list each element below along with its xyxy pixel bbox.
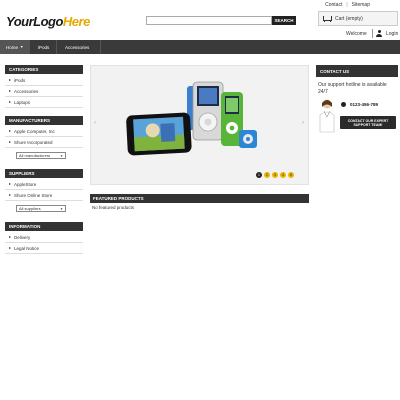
promo-slider: ‹ › 1 2 3 4 5	[90, 65, 309, 185]
chevron-down-icon: ▼	[20, 45, 24, 49]
bullet-icon	[9, 130, 11, 132]
chevron-right-icon[interactable]: ›	[302, 120, 304, 126]
bullet-icon	[9, 141, 11, 143]
contact-support-button[interactable]: CONTACT OUR EXPERT SUPPORT TEAM!	[340, 116, 396, 129]
hotline-text: Our support hotline is available 24/7	[318, 82, 387, 95]
nav-item-ipods[interactable]: iPods	[30, 40, 57, 54]
categories-header: CATEGORIES	[5, 65, 83, 74]
ipods-product-image[interactable]	[121, 80, 281, 168]
top-links-divider: |	[346, 2, 348, 8]
supplier-item-applestore[interactable]: AppleStore	[5, 179, 83, 190]
bullet-icon	[9, 79, 11, 81]
info-item-delivery[interactable]: Delivery	[5, 232, 83, 243]
category-label: iPods	[14, 77, 26, 83]
contact-header: CONTACT US	[316, 65, 398, 77]
nav-item-label: Accessories	[65, 44, 90, 50]
nav-item-label: Home	[6, 44, 19, 50]
support-phone: 0123-456-789	[350, 102, 379, 107]
welcome-text: Welcome	[346, 31, 367, 37]
manufacturer-label: Shure Incorporated	[14, 139, 53, 145]
cart-box[interactable]: Cart (empty)	[318, 11, 398, 26]
site-logo[interactable]: YourLogo Here	[6, 13, 90, 29]
pager-dot-1[interactable]: 1	[256, 172, 262, 178]
info-label: Delivery	[14, 234, 31, 240]
select-value: All suppliers	[19, 206, 41, 211]
info-label: Legal Notice	[14, 245, 40, 251]
info-item-legal[interactable]: Legal Notice	[5, 243, 83, 254]
supplier-label: AppleStore	[14, 181, 37, 187]
manufacturers-select[interactable]: All manufacturers ▼	[16, 152, 66, 159]
select-value: All manufacturers	[19, 153, 51, 158]
phone-icon	[341, 102, 346, 107]
information-header: INFORMATION	[5, 222, 83, 231]
nav-item-label: iPods	[38, 44, 50, 50]
chevron-down-icon: ▼	[60, 207, 63, 211]
bullet-icon	[9, 236, 11, 238]
logo-text-primary: YourLogo	[6, 13, 63, 29]
manufacturer-item-shure[interactable]: Shure Incorporated	[5, 137, 83, 148]
category-label: Laptops	[14, 99, 31, 105]
suppliers-select[interactable]: All suppliers ▼	[16, 205, 66, 212]
pager-dot-2[interactable]: 2	[264, 172, 270, 178]
sitemap-link[interactable]: Sitemap	[352, 2, 370, 8]
support-agent-image	[319, 99, 335, 133]
cart-icon	[323, 15, 332, 22]
no-products-text: No featured products	[92, 205, 135, 210]
chevron-down-icon: ▼	[60, 154, 63, 158]
suppliers-header: SUPPLIERS	[5, 169, 83, 178]
manufacturer-label: Apple Computer, Inc	[14, 128, 55, 134]
header-divider	[372, 29, 373, 38]
slider-pager: 1 2 3 4 5	[256, 172, 294, 178]
manufacturer-item-apple[interactable]: Apple Computer, Inc	[5, 126, 83, 137]
main-nav: Home ▼ iPods Accessories	[0, 40, 400, 54]
pager-dot-3[interactable]: 3	[272, 172, 278, 178]
category-item-accessories[interactable]: Accessories	[5, 86, 83, 97]
login-link[interactable]: Login	[386, 31, 398, 37]
category-item-ipods[interactable]: iPods	[5, 75, 83, 86]
category-label: Accessories	[14, 88, 39, 94]
logo-text-accent: Here	[62, 13, 90, 29]
supplier-item-shure[interactable]: Shure Online Store	[5, 190, 83, 201]
bullet-icon	[9, 194, 11, 196]
bullet-icon	[9, 90, 11, 92]
category-item-laptops[interactable]: Laptops	[5, 97, 83, 108]
supplier-label: Shure Online Store	[14, 192, 53, 198]
contact-link[interactable]: Contact	[325, 2, 342, 8]
featured-products-header: FEATURED PRODUCTS	[90, 194, 309, 203]
nav-item-home[interactable]: Home ▼	[0, 40, 30, 54]
user-icon	[376, 30, 382, 37]
nav-item-accessories[interactable]: Accessories	[57, 40, 101, 54]
search-input[interactable]	[146, 16, 272, 25]
cart-label: Cart (empty)	[335, 15, 363, 22]
search-button[interactable]: SEARCH	[272, 16, 296, 25]
manufacturers-header: MANUFACTURERS	[5, 116, 83, 125]
bullet-icon	[9, 101, 11, 103]
top-links: Contact | Sitemap	[325, 2, 370, 8]
pager-dot-4[interactable]: 4	[280, 172, 286, 178]
bullet-icon	[9, 183, 11, 185]
bullet-icon	[9, 247, 11, 249]
chevron-left-icon[interactable]: ‹	[94, 120, 96, 126]
pager-dot-5[interactable]: 5	[288, 172, 294, 178]
